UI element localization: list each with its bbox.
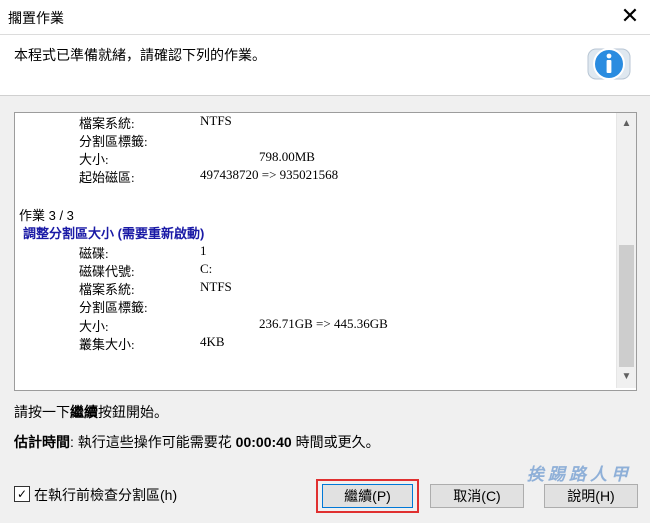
prompt-text-before: 請按一下 [14, 404, 70, 420]
operation-title: 調整分割區大小 (需要重新啟動) [23, 226, 205, 241]
cancel-button[interactable]: 取消(C) [430, 484, 524, 508]
detail-key: 起始磁區: [79, 170, 135, 185]
help-button[interactable]: 說明(H) [544, 484, 638, 508]
check-partition-label[interactable]: 在執行前檢查分割區(h) [34, 485, 177, 505]
detail-value: NTFS [200, 113, 232, 128]
operations-content: 檔案系統: NTFS 分割區標籤: 大小: 798.00MB 起始磁區: 497… [17, 113, 613, 388]
window-title: 擱置作業 [8, 10, 64, 26]
check-partition-checkbox[interactable]: ✓ [14, 486, 30, 502]
detail-key: 分割區標籤: [79, 300, 148, 315]
detail-value: C: [200, 261, 213, 276]
info-icon [587, 48, 631, 80]
detail-value: 236.71GB => 445.36GB [259, 316, 388, 331]
detail-key: 叢集大小: [79, 337, 135, 352]
detail-key: 大小: [79, 319, 109, 334]
continue-button[interactable]: 繼續(P) [322, 484, 413, 508]
estimate-time: 00:00:40 [235, 434, 292, 450]
detail-key: 磁碟代號: [79, 264, 135, 279]
detail-key: 檔案系統: [79, 116, 135, 131]
header-message: 本程式已準備就緒，請確認下列的作業。 [14, 47, 266, 63]
time-estimate: 估計時間: 執行這些操作可能需要花 00:00:40 時間或更久。 [14, 432, 380, 452]
estimate-after: 時間或更久。 [291, 434, 380, 450]
detail-value: 497438720 => 935021568 [200, 167, 339, 182]
scroll-down-icon[interactable]: ▼ [617, 368, 636, 386]
continue-prompt: 請按一下繼續按鈕開始。 [14, 402, 168, 422]
detail-key: 檔案系統: [79, 282, 135, 297]
watermark: 挨踢路人甲 [527, 465, 632, 485]
scroll-thumb[interactable] [619, 245, 634, 367]
estimate-middle: : 執行這些操作可能需要花 [70, 434, 236, 450]
detail-value: 798.00MB [259, 149, 315, 164]
detail-key: 大小: [79, 152, 109, 167]
detail-value: NTFS [200, 279, 232, 294]
detail-value: 1 [200, 243, 207, 258]
close-icon[interactable]: ✕ [620, 5, 640, 27]
header-panel: 本程式已準備就緒，請確認下列的作業。 [0, 35, 650, 96]
scroll-up-icon[interactable]: ▲ [617, 115, 636, 133]
prompt-text-after: 按鈕開始。 [98, 404, 168, 420]
estimate-label: 估計時間 [14, 434, 70, 450]
detail-value: 4KB [200, 334, 225, 349]
title-bar: 擱置作業 ✕ [0, 0, 650, 35]
detail-key: 分割區標籤: [79, 134, 148, 149]
prompt-text-bold: 繼續 [70, 404, 98, 420]
detail-key: 磁碟: [79, 246, 109, 261]
operations-list[interactable]: 檔案系統: NTFS 分割區標籤: 大小: 798.00MB 起始磁區: 497… [14, 112, 637, 391]
operation-heading: 作業 3 / 3 [19, 208, 74, 223]
vertical-scrollbar[interactable]: ▲ ▼ [616, 113, 636, 388]
